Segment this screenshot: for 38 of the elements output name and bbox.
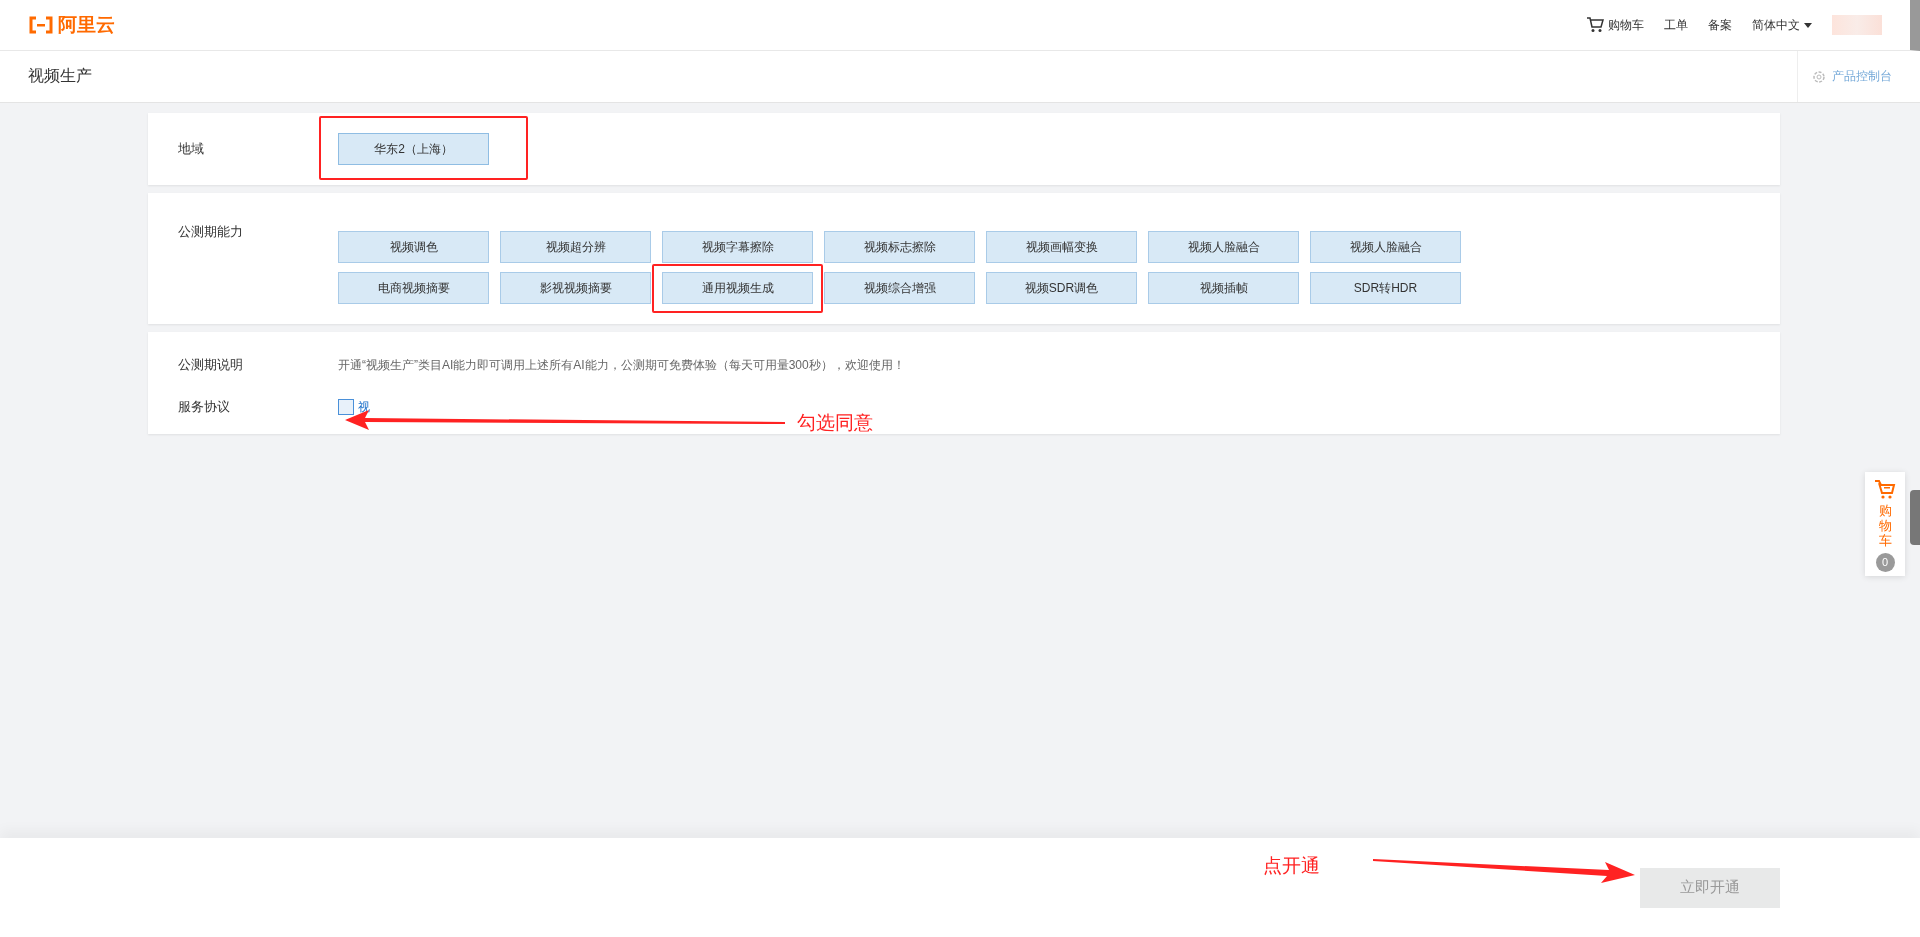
- nav-link[interactable]: 简体中文: [1752, 16, 1812, 34]
- nav-link[interactable]: 工单: [1664, 16, 1688, 34]
- region-option[interactable]: 华东2（上海）: [338, 133, 489, 165]
- field-label: 地域: [178, 140, 205, 158]
- logo-text: 阿里云: [58, 13, 115, 37]
- capability-tag: 视频画幅变换: [986, 231, 1137, 263]
- capability-tag: 视频SDR调色: [986, 272, 1137, 304]
- agreement-checkbox[interactable]: [338, 399, 354, 415]
- blurred-avatar: [1832, 15, 1882, 35]
- cart-icon: [1586, 17, 1604, 33]
- nav-link[interactable]: 购物车: [1586, 16, 1644, 34]
- agreement-link[interactable]: 视: [358, 398, 370, 416]
- capability-tag: 影视视频摘要: [500, 272, 651, 304]
- nav-link[interactable]: 备案: [1708, 16, 1732, 34]
- capability-tag: 视频插帧: [1148, 272, 1299, 304]
- field-label: 公测期说明: [178, 356, 244, 374]
- cart-label: 购物车: [1878, 504, 1892, 549]
- capability-tag: 视频字幕擦除: [662, 231, 813, 263]
- annotation-text: 勾选同意: [797, 411, 873, 435]
- logo-icon: [28, 16, 54, 34]
- cart-icon: [1874, 480, 1896, 500]
- page-title: 视频生产: [28, 66, 92, 86]
- capability-tag: 视频标志擦除: [824, 231, 975, 263]
- capability-tag: 视频调色: [338, 231, 489, 263]
- annotation-text: 点开通: [1263, 854, 1320, 878]
- caret-icon: [1804, 22, 1812, 28]
- capability-tag: 视频超分辨: [500, 231, 651, 263]
- capability-tag: 视频人脸融合: [1310, 231, 1461, 263]
- capability-tag: 通用视频生成: [662, 272, 813, 304]
- field-label: 公测期能力: [178, 223, 244, 241]
- settings-icon: [1812, 69, 1826, 84]
- capability-tag: 视频综合增强: [824, 272, 975, 304]
- notes-text: 开通“视频生产”类目AI能力即可调用上述所有AI能力，公测期可免费体验（每天可用量300秒），欢迎使用！: [338, 356, 905, 374]
- cart-count: 0: [1875, 552, 1895, 572]
- capability-tag: 视频人脸融合: [1148, 231, 1299, 263]
- capability-tag: SDR转HDR: [1310, 272, 1461, 304]
- field-label: 服务协议: [178, 398, 231, 416]
- capability-tag: 电商视频摘要: [338, 272, 489, 304]
